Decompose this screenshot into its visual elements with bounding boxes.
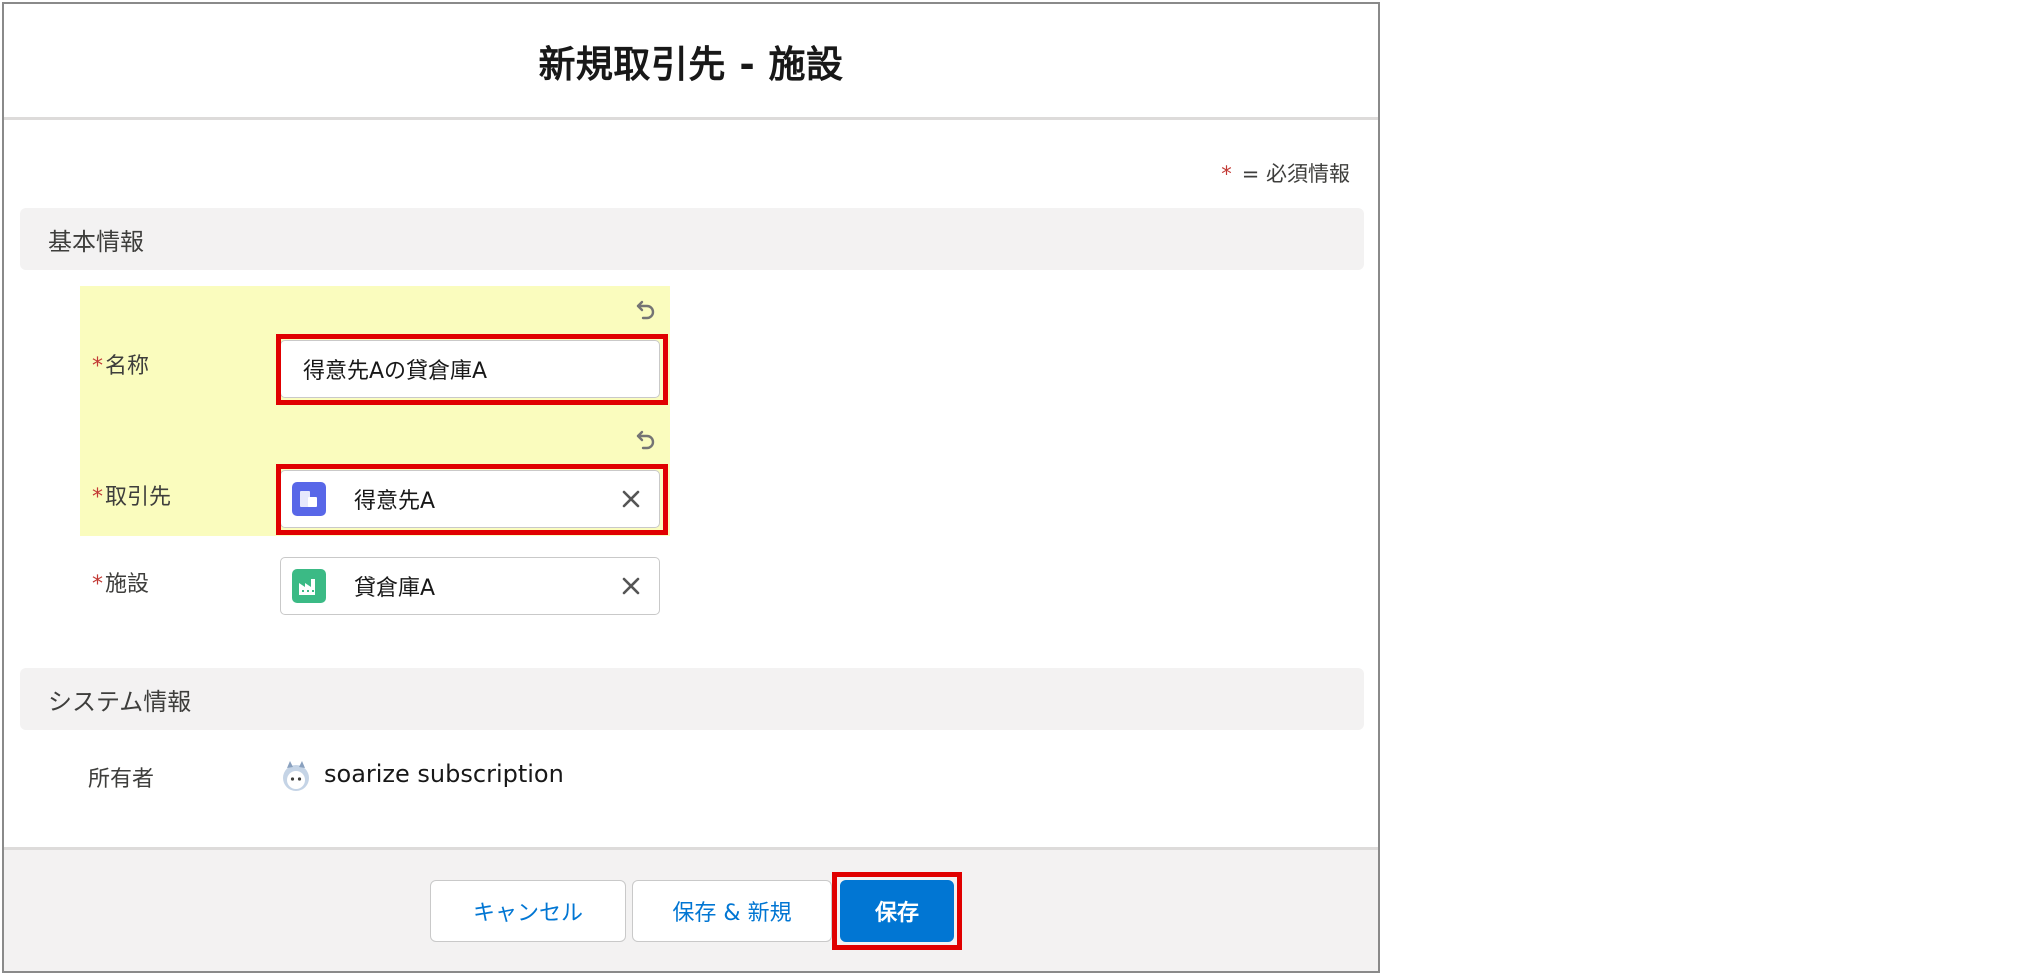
facility-icon [292,569,326,603]
section-system-info[interactable]: システム情報 [20,668,1364,730]
clear-icon[interactable] [619,574,643,598]
required-legend-star: * [1221,162,1232,186]
modal-header: 新規取引先 - 施設 [4,4,1378,120]
undo-icon[interactable] [632,294,660,322]
name-field-label: *名称 [92,348,149,380]
required-legend: * = 必須情報 [1221,158,1350,188]
undo-icon[interactable] [632,424,660,452]
cancel-button[interactable]: キャンセル [430,880,626,942]
facility-field-label: *施設 [92,566,149,598]
emphasis-frame-name [276,334,668,405]
facility-lookup-value: 貸倉庫A [354,576,436,601]
emphasis-frame-save [832,872,962,950]
modal-footer: キャンセル 保存 & 新規 保存 [4,847,1378,971]
facility-lookup[interactable]: 貸倉庫A [280,557,660,615]
emphasis-frame-account [276,464,668,535]
required-mark: * [92,354,103,379]
section-basic-info[interactable]: 基本情報 [20,208,1364,270]
required-mark: * [92,485,103,510]
owner-name-link[interactable]: soarize subscription [324,760,564,788]
name-label-text: 名称 [105,354,150,379]
modal-title: 新規取引先 - 施設 [538,42,844,86]
required-mark: * [92,572,103,597]
avatar[interactable] [281,758,311,794]
save-and-new-button[interactable]: 保存 & 新規 [632,880,832,942]
owner-label: 所有者 [88,767,155,792]
facility-label-text: 施設 [105,572,150,597]
new-account-facility-modal: 新規取引先 - 施設 * = 必須情報 基本情報 *名称 得意先Aの貸倉庫A *取… [2,2,1380,973]
account-label-text: 取引先 [105,485,172,510]
account-field-label: *取引先 [92,479,171,511]
required-legend-text: = 必須情報 [1241,162,1350,186]
